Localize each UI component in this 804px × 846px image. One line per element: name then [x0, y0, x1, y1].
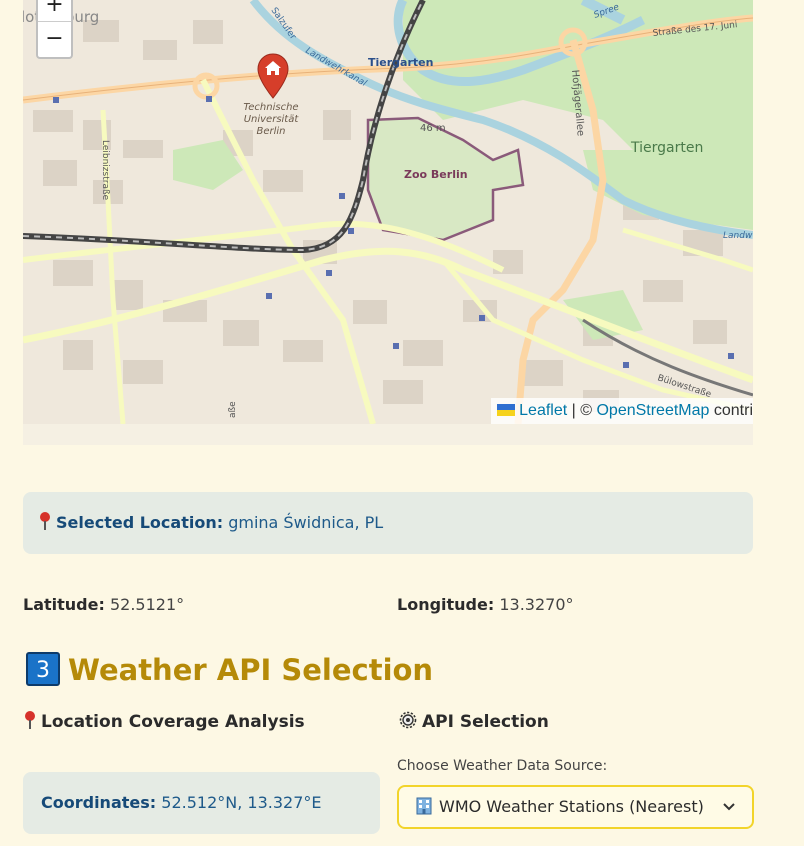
chevron-down-icon [723, 803, 735, 811]
osm-link[interactable]: OpenStreetMap [596, 402, 709, 419]
latitude-line: Latitude: 52.5121° [23, 595, 184, 614]
selected-location-box: Selected Location: gmina Świdnica, PL [23, 492, 753, 554]
latitude-value: 52.5121° [109, 595, 185, 614]
map-label-zoo: Zoo Berlin [404, 168, 468, 181]
gear-icon [399, 711, 417, 729]
map-tiles: Tiergarten Straße des 17. Juni Technisch… [23, 0, 753, 424]
map-label-tiergarten-station: Tiergarten [368, 56, 433, 69]
zoom-out-button[interactable]: − [38, 21, 71, 55]
building-icon [416, 797, 432, 815]
section-title-text: Weather API Selection [68, 653, 434, 687]
selected-location-value: gmina Świdnica, PL [228, 513, 384, 532]
api-heading-text: API Selection [422, 712, 549, 732]
leaflet-link[interactable]: Leaflet [519, 402, 567, 419]
pushpin-icon [40, 512, 50, 530]
section-title: 3 Weather API Selection [26, 650, 433, 690]
zoom-in-button[interactable]: + [38, 0, 71, 21]
section-number-badge: 3 [26, 652, 60, 686]
longitude-value: 13.3270° [499, 595, 574, 614]
zoom-control: + − [36, 0, 73, 59]
latitude-label: Latitude: [23, 595, 105, 614]
map-attribution: Leaflet | © OpenStreetMap contri [491, 398, 753, 424]
api-heading: API Selection [398, 710, 549, 732]
coverage-heading-text: Location Coverage Analysis [41, 712, 305, 732]
map-container: Tiergarten Straße des 17. Juni Technisch… [23, 0, 753, 445]
selected-location-label: Selected Location: [56, 513, 224, 532]
coverage-heading: Location Coverage Analysis [23, 710, 305, 732]
map-label-tu-3: Berlin [256, 126, 285, 137]
data-source-select[interactable]: WMO Weather Stations (Nearest) [397, 785, 754, 829]
map-label-tu-2: Universität [244, 114, 300, 125]
attribution-contrib: contri [709, 402, 753, 419]
map-label-tiergarten-park: Tiergarten [630, 140, 703, 156]
map-label-landwehr-right: Landw [723, 231, 753, 241]
coverage-coordinates-value: 52.512°N, 13.327°E [161, 793, 322, 812]
map-label-tu-1: Technische [243, 102, 298, 113]
longitude-line: Longitude: 13.3270° [397, 595, 574, 614]
map-label-leibnizstrasse: Leibnizstraße [100, 140, 110, 201]
pushpin-icon [25, 711, 35, 729]
longitude-label: Longitude: [397, 595, 495, 614]
map-label-strasse-bottom: aße [228, 401, 238, 418]
attribution-separator: | © [567, 402, 597, 419]
data-source-label: Choose Weather Data Source: [397, 758, 608, 774]
home-icon[interactable] [256, 52, 290, 100]
coverage-coordinates-label: Coordinates: [41, 793, 157, 812]
map-view[interactable]: Tiergarten Straße des 17. Juni Technisch… [23, 0, 753, 424]
map-label-altitude: 46 m [420, 123, 446, 134]
data-source-selected: WMO Weather Stations (Nearest) [439, 797, 704, 816]
ukraine-flag-icon [497, 404, 516, 416]
coverage-box: Coordinates: 52.512°N, 13.327°E [23, 772, 380, 834]
